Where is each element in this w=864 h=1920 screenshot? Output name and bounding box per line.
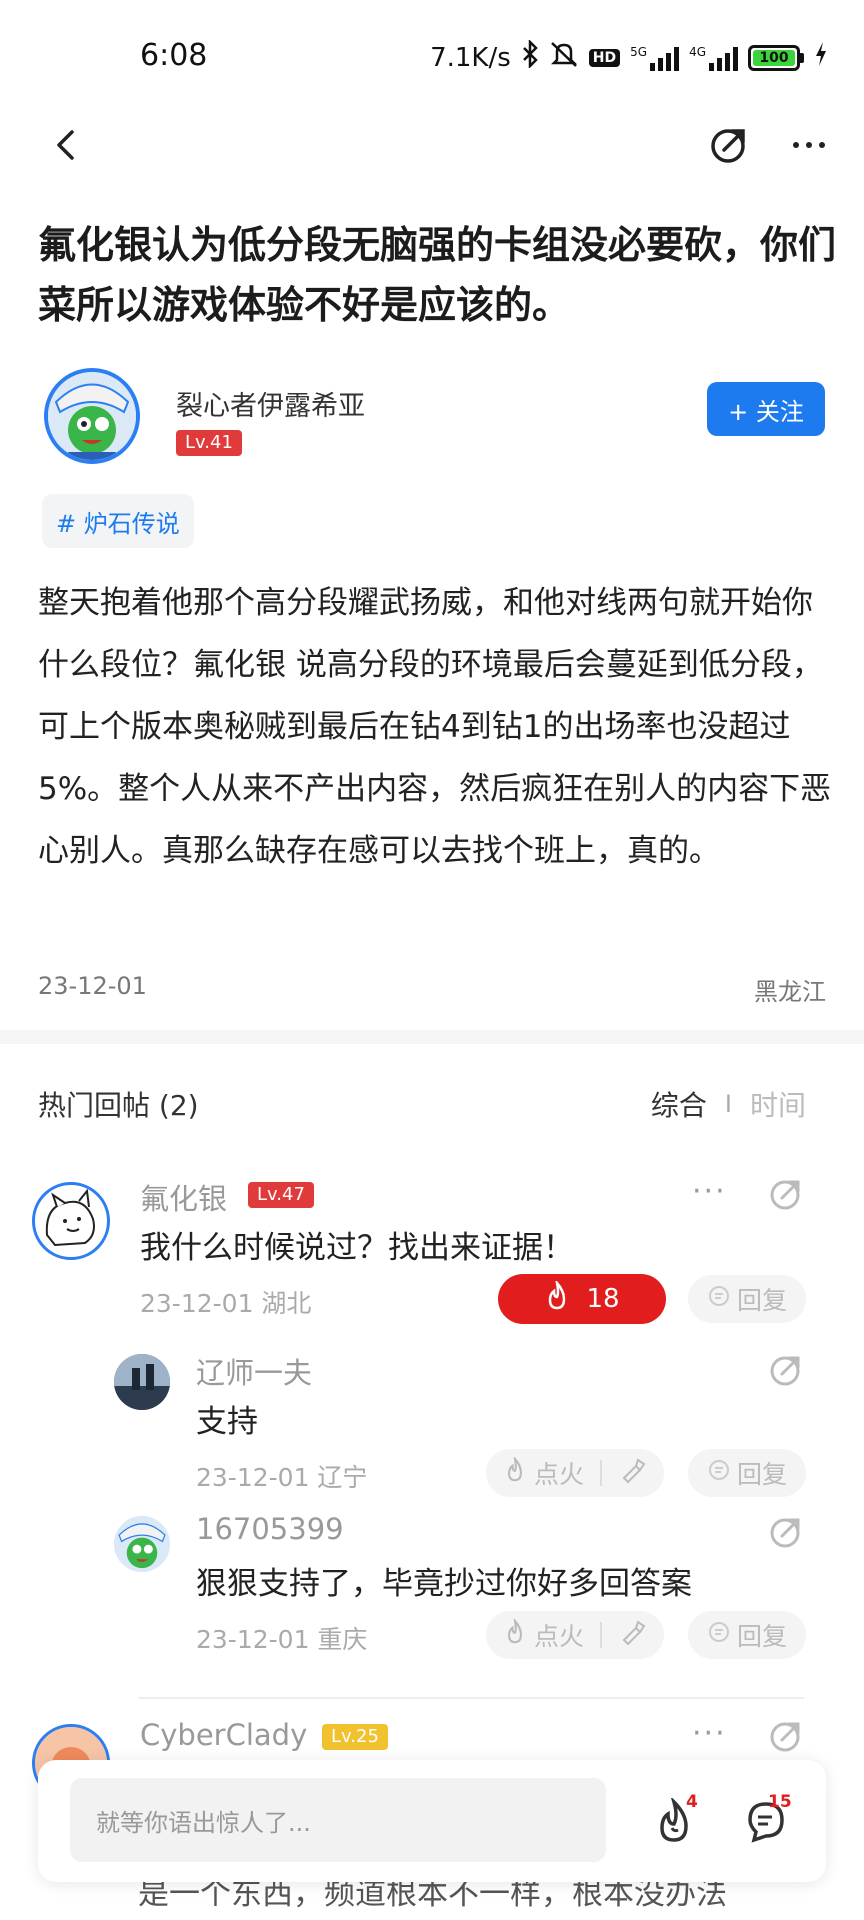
bottom-comment-bar: 就等你语出惊人了... 4 15: [38, 1760, 826, 1882]
fire-button-active[interactable]: 18: [498, 1274, 666, 1324]
hot-replies-title: 热门回帖 (2): [38, 1089, 199, 1122]
post-body: 整天抱着他那个高分段耀武扬威，和他对线两句就开始你什么段位？氟化银 说高分段的环…: [38, 585, 832, 869]
status-bar: 6:08 7.1K/s HD 5G 4G 100: [0, 0, 864, 110]
comment-share-icon[interactable]: [766, 1174, 806, 1214]
comment-author[interactable]: CyberClady: [140, 1718, 307, 1752]
comment-share-icon[interactable]: [766, 1716, 806, 1756]
author-avatar[interactable]: [44, 368, 140, 464]
author-name[interactable]: 裂心者伊露希亚: [176, 384, 365, 423]
follow-button[interactable]: + 关注: [707, 382, 825, 436]
comment-text: 我什么时候说过？找出来证据！: [140, 1230, 574, 1266]
fire-icon: [504, 1455, 526, 1489]
comment-author[interactable]: 氟化银: [140, 1176, 227, 1218]
fire-button[interactable]: 点火: [486, 1449, 664, 1497]
fire-count: 18: [586, 1284, 620, 1314]
sort-comprehensive[interactable]: 综合: [651, 1084, 707, 1124]
chevron-left-icon[interactable]: [44, 122, 90, 168]
top-nav: [0, 110, 864, 180]
signal-5g-icon: 5G: [630, 45, 680, 71]
reply-label: 回复: [736, 1286, 787, 1315]
battery-level: 100: [753, 49, 795, 66]
subreply-text: 狠狠支持了，毕竟抄过你好多回答案: [196, 1566, 692, 1602]
comment-more-icon[interactable]: ···: [692, 1716, 727, 1751]
post-title: 氟化银认为低分段无脑强的卡组没必要砍，你们菜所以游戏体验不好是应该的。: [38, 223, 837, 327]
charging-icon: [814, 41, 828, 74]
fire-button[interactable]: 点火: [486, 1611, 664, 1659]
subreply-meta: 23-12-01 重庆: [196, 1625, 368, 1654]
fire-icon: [544, 1278, 570, 1318]
sort-toggle: 综合 I 时间: [651, 1084, 806, 1124]
reply-button[interactable]: 回复: [688, 1449, 806, 1497]
sort-separator: I: [724, 1090, 732, 1118]
comment-level-badge: Lv.25: [322, 1724, 388, 1750]
extinguish-icon[interactable]: [618, 1618, 646, 1652]
status-indicators: 7.1K/s HD 5G 4G 100: [430, 38, 828, 75]
comment-count-badge: 15: [768, 1792, 792, 1812]
subreply-share-icon[interactable]: [766, 1350, 806, 1390]
comment-input[interactable]: 就等你语出惊人了...: [70, 1778, 606, 1862]
hd-badge: HD: [588, 48, 621, 67]
reply-icon: [707, 1458, 731, 1488]
topic-tag[interactable]: # 炉石传说: [42, 494, 194, 548]
net-speed: 7.1K/s: [430, 42, 511, 73]
subreply-meta: 23-12-01 辽宁: [196, 1463, 368, 1492]
subreply-avatar[interactable]: [114, 1516, 170, 1572]
section-divider: [0, 1030, 864, 1044]
author-level-badge: Lv.41: [176, 430, 242, 456]
subreply-text: 支持: [196, 1404, 258, 1440]
extinguish-icon[interactable]: [618, 1456, 646, 1490]
fire-icon: [504, 1617, 526, 1651]
reply-button[interactable]: 回复: [688, 1611, 806, 1659]
signal-4g-icon: 4G: [689, 45, 738, 71]
post-location: 黑龙江: [754, 978, 826, 1006]
bluetooth-icon: [521, 38, 539, 75]
subreply-avatar[interactable]: [114, 1354, 170, 1410]
reply-icon: [707, 1620, 731, 1650]
subreply-author[interactable]: 16705399: [196, 1512, 344, 1546]
fire-label: 点火: [533, 1622, 584, 1651]
fire-label: 点火: [533, 1460, 584, 1489]
reply-label: 回复: [736, 1622, 787, 1651]
subreply-author[interactable]: 辽师一夫: [196, 1350, 312, 1392]
comment-meta: 23-12-01 湖北: [140, 1289, 312, 1318]
reply-icon: [707, 1284, 731, 1314]
reply-button[interactable]: 回复: [688, 1275, 806, 1323]
comment-more-icon[interactable]: ···: [692, 1174, 727, 1209]
comment-divider: [138, 1697, 804, 1699]
status-time: 6:08: [140, 38, 208, 73]
comment-avatar[interactable]: [32, 1182, 110, 1260]
share-icon[interactable]: [706, 122, 752, 168]
tag-label: # 炉石传说: [56, 509, 180, 538]
reply-label: 回复: [736, 1460, 787, 1489]
battery-icon: 100: [748, 44, 804, 71]
comment-level-badge: Lv.47: [248, 1182, 314, 1208]
sort-time[interactable]: 时间: [750, 1084, 806, 1124]
fire-count-badge: 4: [686, 1792, 698, 1812]
mute-icon: [549, 40, 579, 75]
subreply-share-icon[interactable]: [766, 1512, 806, 1552]
post-date: 23-12-01: [38, 972, 147, 1000]
more-icon[interactable]: [786, 122, 832, 168]
